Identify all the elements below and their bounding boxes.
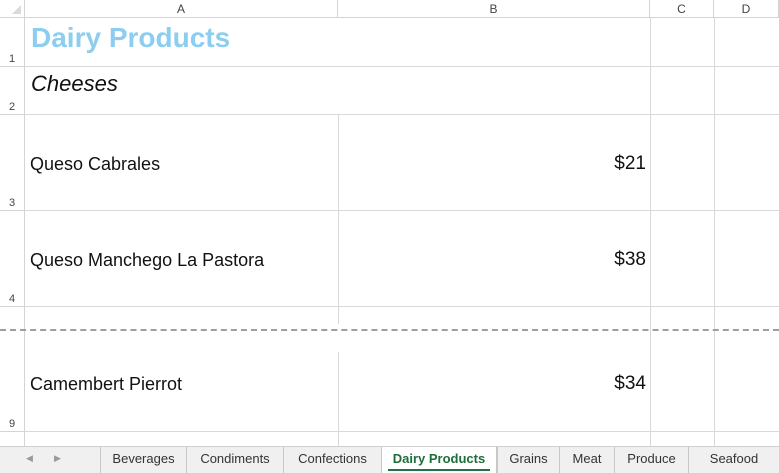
tab-confections[interactable]: Confections (283, 447, 381, 473)
tab-beverages[interactable]: Beverages (100, 447, 186, 473)
product-price-cell[interactable]: $34 (614, 373, 646, 395)
row-header-3[interactable]: 3 (0, 115, 25, 211)
row-header-10[interactable] (0, 432, 25, 446)
gridline (338, 352, 339, 431)
tab-condiments[interactable]: Condiments (186, 447, 283, 473)
sheet-title[interactable]: Dairy Products (31, 22, 230, 54)
table-row: Queso Manchego La Pastora $38 (25, 211, 779, 307)
gridline (650, 18, 651, 66)
row-number: 2 (8, 101, 16, 113)
product-name-cell[interactable]: Queso Manchego La Pastora (30, 250, 264, 271)
gridline (650, 115, 651, 210)
gridline (338, 432, 339, 446)
product-name-cell[interactable]: Queso Cabrales (30, 154, 160, 175)
gridline (714, 67, 715, 114)
row-header-4[interactable]: 4 (0, 211, 25, 307)
tab-dairy-products[interactable]: Dairy Products (381, 447, 497, 473)
product-price-cell[interactable]: $21 (614, 153, 646, 175)
column-header-d[interactable]: D (714, 0, 779, 18)
tab-seafood[interactable]: Seafood (688, 447, 779, 473)
gridline (714, 352, 715, 431)
page-break-line (0, 329, 779, 331)
gridline (650, 352, 651, 431)
row-number: 9 (8, 418, 16, 430)
gridline (650, 67, 651, 114)
category-label[interactable]: Cheeses (31, 71, 118, 97)
row-header-9[interactable]: 9 (0, 352, 25, 432)
table-row: Queso Cabrales $21 (25, 115, 779, 211)
tab-produce[interactable]: Produce (614, 447, 688, 473)
gridline (714, 432, 715, 446)
tab-meat[interactable]: Meat (559, 447, 614, 473)
scroll-tabs-left-icon[interactable]: ◀ (26, 453, 33, 464)
row-number: 4 (8, 293, 16, 305)
column-header-a[interactable]: A (25, 0, 338, 18)
scroll-tabs-right-icon[interactable]: ▶ (54, 453, 61, 464)
gridline (714, 18, 715, 66)
row-number: 1 (8, 53, 16, 65)
gridline (650, 432, 651, 446)
column-header-b[interactable]: B (338, 0, 650, 18)
product-price-cell[interactable]: $38 (614, 249, 646, 271)
row-header-2[interactable]: 2 (0, 67, 25, 115)
gridline (714, 115, 715, 210)
row-1: Dairy Products (25, 18, 779, 67)
tab-grains[interactable]: Grains (497, 447, 559, 473)
select-all-corner[interactable] (0, 0, 25, 18)
table-row (25, 432, 779, 446)
row-header-1[interactable]: 1 (0, 18, 25, 67)
gridline (714, 211, 715, 306)
gridline (338, 307, 339, 324)
select-all-triangle-icon (12, 5, 21, 14)
table-row: Camembert Pierrot $34 (25, 352, 779, 432)
sheet-tab-bar: ◀ ▶ Beverages Condiments Confections Dai… (0, 446, 779, 473)
gridline (338, 211, 339, 306)
gridline (650, 211, 651, 306)
row-number: 3 (8, 197, 16, 209)
product-name-cell[interactable]: Camembert Pierrot (30, 374, 182, 395)
gridline (338, 115, 339, 210)
row-2: Cheeses (25, 67, 779, 115)
column-header-c[interactable]: C (650, 0, 714, 18)
